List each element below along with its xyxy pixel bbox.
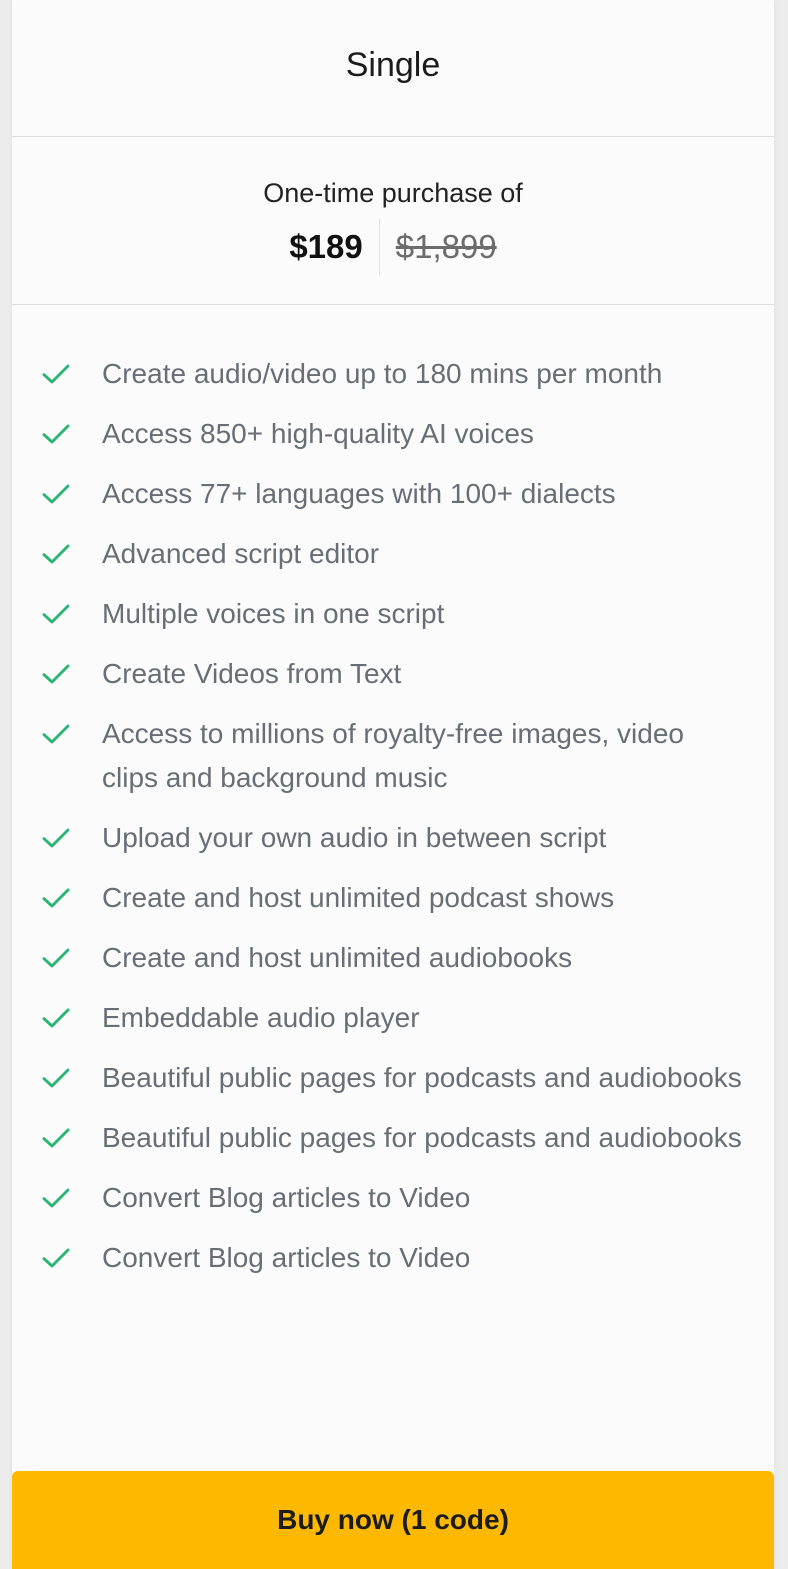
check-icon <box>42 1188 70 1208</box>
feature-text: Multiple voices in one script <box>102 598 445 629</box>
feature-item: Create and host unlimited podcast shows <box>12 876 774 920</box>
current-price: $189 <box>289 228 363 265</box>
card-header: Single <box>12 0 774 137</box>
price-row: $189 $1,899 <box>12 219 774 275</box>
feature-text: Upload your own audio in between script <box>102 822 607 853</box>
feature-text: Create and host unlimited podcast shows <box>102 882 615 913</box>
feature-item: Access to millions of royalty-free image… <box>12 712 774 800</box>
feature-text: Create audio/video up to 180 mins per mo… <box>102 358 663 389</box>
feature-item: Advanced script editor <box>12 532 774 576</box>
check-icon <box>42 544 70 564</box>
feature-item: Upload your own audio in between script <box>12 816 774 860</box>
feature-list: Create audio/video up to 180 mins per mo… <box>12 352 774 1296</box>
feature-text: Access to millions of royalty-free image… <box>102 718 684 793</box>
feature-item: Create Videos from Text <box>12 652 774 696</box>
original-price: $1,899 <box>395 228 497 265</box>
check-icon <box>42 664 70 684</box>
feature-text: Access 850+ high-quality AI voices <box>102 418 534 449</box>
buy-now-button[interactable]: Buy now (1 code) <box>12 1471 774 1569</box>
feature-item: Beautiful public pages for podcasts and … <box>12 1056 774 1100</box>
feature-item: Embeddable audio player <box>12 996 774 1040</box>
pricing-section: One-time purchase of $189 $1,899 <box>12 137 774 305</box>
feature-item: Convert Blog articles to Video <box>12 1236 774 1280</box>
feature-text: Beautiful public pages for podcasts and … <box>102 1062 742 1093</box>
check-icon <box>42 364 70 384</box>
feature-item: Access 77+ languages with 100+ dialects <box>12 472 774 516</box>
feature-text: Advanced script editor <box>102 538 380 569</box>
price-caption: One-time purchase of <box>263 178 523 208</box>
feature-item: Create and host unlimited audiobooks <box>12 936 774 980</box>
plan-title: Single <box>345 45 441 84</box>
feature-item: Access 850+ high-quality AI voices <box>12 412 774 456</box>
check-icon <box>42 1068 70 1088</box>
feature-text: Convert Blog articles to Video <box>102 1182 471 1213</box>
check-icon <box>42 1008 70 1028</box>
pricing-card: Single One-time purchase of $189 $1,899 … <box>12 0 774 1569</box>
feature-text: Create and host unlimited audiobooks <box>102 942 573 973</box>
check-icon <box>42 1128 70 1148</box>
feature-text: Beautiful public pages for podcasts and … <box>102 1122 742 1153</box>
feature-item: Multiple voices in one script <box>12 592 774 636</box>
check-icon <box>42 424 70 444</box>
feature-item: Create audio/video up to 180 mins per mo… <box>12 352 774 396</box>
check-icon <box>42 484 70 504</box>
feature-text: Access 77+ languages with 100+ dialects <box>102 478 616 509</box>
feature-item: Convert Blog articles to Video <box>12 1176 774 1220</box>
feature-text: Convert Blog articles to Video <box>102 1242 471 1273</box>
feature-text: Embeddable audio player <box>102 1002 420 1033</box>
check-icon <box>42 828 70 848</box>
check-icon <box>42 1248 70 1268</box>
check-icon <box>42 724 70 744</box>
check-icon <box>42 604 70 624</box>
check-icon <box>42 888 70 908</box>
check-icon <box>42 948 70 968</box>
feature-text: Create Videos from Text <box>102 658 402 689</box>
feature-item: Beautiful public pages for podcasts and … <box>12 1116 774 1160</box>
